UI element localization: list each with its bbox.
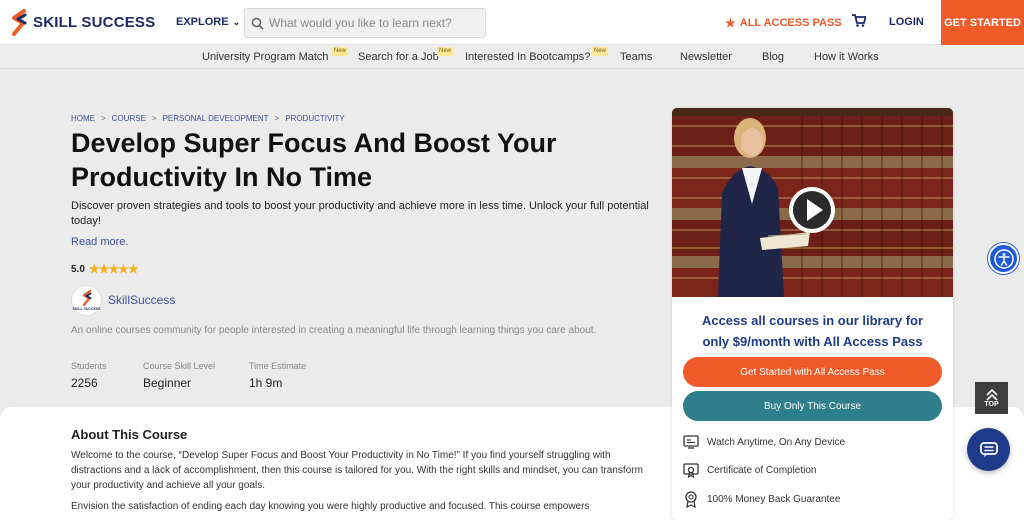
- new-badge: New: [332, 47, 349, 56]
- play-icon[interactable]: [786, 184, 838, 236]
- subnav-item-label: How it Works: [814, 51, 879, 63]
- author-description: An online courses community for people i…: [71, 325, 597, 336]
- search-input[interactable]: [269, 16, 479, 30]
- all-access-label: ALL ACCESS PASS: [739, 17, 842, 29]
- subnav-item-how-it-works[interactable]: How it Works: [814, 51, 879, 63]
- author-avatar-text: SKILL SUCCESS: [72, 307, 101, 311]
- breadcrumb-separator: >: [101, 114, 106, 123]
- promo-line-1: Access all courses in our library for: [701, 313, 924, 328]
- stat-skill-level: Course Skill Level Beginner: [143, 361, 215, 390]
- subnav-item-teams[interactable]: Teams: [620, 51, 652, 63]
- about-title: About This Course: [71, 427, 188, 442]
- secondary-nav: University Program Match New Search for …: [0, 45, 1024, 69]
- subnav-item-search-for-a-job[interactable]: Search for a Job New: [358, 47, 454, 63]
- breadcrumb-course[interactable]: COURSE: [112, 114, 146, 123]
- rating-stars-icon: ★★★★★: [88, 262, 139, 276]
- top-navbar: SKILL SUCCESS EXPLORE ⌄ ★ ALL ACCESS PAS…: [0, 0, 1024, 45]
- cart-icon: [852, 14, 867, 27]
- chevron-down-icon: ⌄: [232, 16, 241, 27]
- device-icon: [683, 435, 699, 449]
- feature-label: Certificate of Completion: [707, 465, 817, 476]
- purchase-card: Access all courses in our library for on…: [672, 108, 953, 520]
- subnav-item-label: Teams: [620, 51, 653, 63]
- course-rating: 5.0 ★★★★★: [71, 262, 139, 276]
- feature-watch-anytime: Watch Anytime, On Any Device: [683, 435, 845, 449]
- feature-certificate: Certificate of Completion: [683, 463, 817, 478]
- promo-line-2: only $9/month with All Access Pass: [702, 334, 923, 349]
- breadcrumb-personal-development[interactable]: PERSONAL DEVELOPMENT: [163, 114, 269, 123]
- subnav-item-bootcamps[interactable]: Interested In Bootcamps? New: [465, 47, 609, 63]
- feature-label: Watch Anytime, On Any Device: [707, 436, 846, 448]
- logo-icon: [12, 9, 27, 36]
- get-started-button[interactable]: GET STARTED: [941, 0, 1024, 45]
- chat-icon: [979, 441, 998, 457]
- explore-menu[interactable]: EXPLORE ⌄: [176, 16, 240, 28]
- new-badge: New: [437, 47, 454, 56]
- all-access-promo: Access all courses in our library for on…: [682, 310, 943, 352]
- subnav-item-label: Blog: [762, 51, 785, 63]
- stat-value: 2256: [71, 376, 98, 390]
- subnav-item-label: Interested In Bootcamps?: [465, 51, 591, 63]
- buy-course-button[interactable]: Buy Only This Course: [683, 391, 942, 421]
- cart-button[interactable]: [852, 14, 867, 32]
- search-icon: [251, 17, 264, 30]
- subnav-item-blog[interactable]: Blog: [762, 51, 784, 63]
- new-badge: New: [592, 47, 609, 56]
- subnav-item-newsletter[interactable]: Newsletter: [680, 51, 732, 63]
- subnav-item-label: Search for a Job: [358, 51, 439, 63]
- double-chevron-up-icon: [985, 388, 998, 401]
- stat-value: Beginner: [143, 376, 192, 390]
- login-link[interactable]: LOGIN: [889, 16, 924, 28]
- breadcrumb-productivity[interactable]: PRODUCTIVITY: [285, 114, 345, 123]
- all-access-pass-link[interactable]: ★ ALL ACCESS PASS: [725, 16, 842, 30]
- about-paragraph: Envision the satisfaction of ending each…: [71, 501, 590, 512]
- course-title: Develop Super Focus And Boost Your Produ…: [71, 128, 557, 192]
- explore-label: EXPLORE: [176, 16, 229, 28]
- certificate-icon: [683, 463, 699, 478]
- back-to-top-button[interactable]: TOP: [975, 382, 1008, 414]
- stat-students: Students 2256: [71, 361, 107, 390]
- course-description: Discover proven strategies and tools to …: [71, 200, 649, 227]
- accessibility-button[interactable]: [988, 243, 1019, 274]
- rating-value: 5.0: [71, 263, 85, 275]
- stat-label: Time Estimate: [249, 361, 307, 371]
- read-more-link[interactable]: Read more.: [71, 236, 128, 248]
- accessibility-icon: [993, 248, 1014, 269]
- stat-label: Course Skill Level: [143, 361, 216, 371]
- feature-label: 100% Money Back Guarantee: [707, 494, 841, 505]
- back-to-top-label: TOP: [984, 400, 999, 408]
- chat-widget-button[interactable]: [967, 428, 1010, 471]
- stat-value: 1h 9m: [249, 376, 283, 390]
- subnav-item-label: Newsletter: [680, 51, 732, 63]
- search-bar[interactable]: [244, 8, 486, 38]
- get-started-all-access-button[interactable]: Get Started with All Access Pass: [683, 357, 942, 387]
- breadcrumb-home[interactable]: HOME: [71, 114, 95, 123]
- subnav-item-university-program-match[interactable]: University Program Match New: [202, 47, 349, 63]
- about-paragraph: Welcome to the course, “Develop Super Fo…: [71, 450, 643, 491]
- feature-money-back: 100% Money Back Guarantee: [683, 491, 840, 508]
- author-logo-icon: [82, 290, 91, 306]
- author-name-link[interactable]: SkillSuccess: [108, 293, 175, 307]
- stat-time-estimate: Time Estimate 1h 9m: [249, 361, 306, 390]
- subnav-item-label: University Program Match: [202, 51, 329, 63]
- breadcrumb: HOME > COURSE > PERSONAL DEVELOPMENT > P…: [71, 114, 345, 123]
- logo-text: SKILL SUCCESS: [33, 14, 156, 31]
- breadcrumb-separator: >: [151, 114, 157, 123]
- star-icon: ★: [725, 16, 736, 30]
- breadcrumb-separator: >: [274, 114, 280, 123]
- guarantee-icon: [685, 491, 697, 508]
- logo[interactable]: SKILL SUCCESS: [10, 9, 155, 36]
- stat-label: Students: [71, 361, 107, 371]
- author-avatar[interactable]: SKILL SUCCESS: [71, 285, 102, 316]
